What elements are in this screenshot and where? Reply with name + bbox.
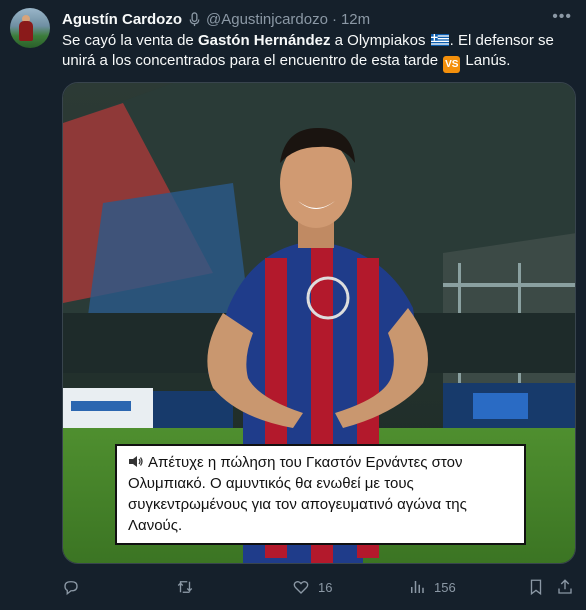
tweet-header: Agustín Cardozo @Agustinjcardozo · 12m •… [62,9,572,29]
retweet-button[interactable] [176,574,202,600]
reply-button[interactable] [62,574,88,600]
tweet-time[interactable]: 12m [341,11,370,28]
action-bar: 16 156 [62,574,576,600]
tweet-text-part: Lanús. [461,52,511,69]
tweet[interactable]: Agustín Cardozo @Agustinjcardozo · 12m •… [0,0,586,610]
player-name: Gastón Hernández [197,32,331,49]
tweet-text-part: Se cayó la venta de [62,32,198,49]
tweet-text: Se cayó la venta de Gastón Hernández a O… [62,31,574,73]
bookmark-icon [530,579,542,596]
analytics-icon [411,581,424,593]
greece-flag-icon [430,34,449,46]
caption-text: Απέτυχε η πώληση του Γκαστόν Ερνάντες στ… [128,454,467,534]
author-name[interactable]: Agustín Cardozo [62,11,182,28]
author-handle[interactable]: @Agustinjcardozo [206,11,328,28]
like-count: 16 [318,579,333,595]
heart-icon [293,580,309,594]
like-button[interactable]: 16 [292,574,332,600]
tweet-text-part: a Olympiakos [330,32,430,49]
translation-caption: Απέτυχε η πώληση του Γκαστόν Ερνάντες στ… [115,444,526,545]
microphone-badge-icon [189,11,200,26]
avatar[interactable] [10,8,50,48]
share-button[interactable] [556,574,574,600]
views-button[interactable]: 156 [408,574,456,600]
more-dots-icon[interactable]: ••• [552,9,572,25]
separator-dot: · [331,10,337,28]
reply-icon [64,581,78,596]
share-icon [558,579,572,594]
retweet-icon [177,581,193,593]
bookmark-button[interactable] [527,574,545,600]
views-count: 156 [434,579,456,595]
vs-button-icon: VS [443,56,461,73]
speaker-icon [129,456,143,467]
